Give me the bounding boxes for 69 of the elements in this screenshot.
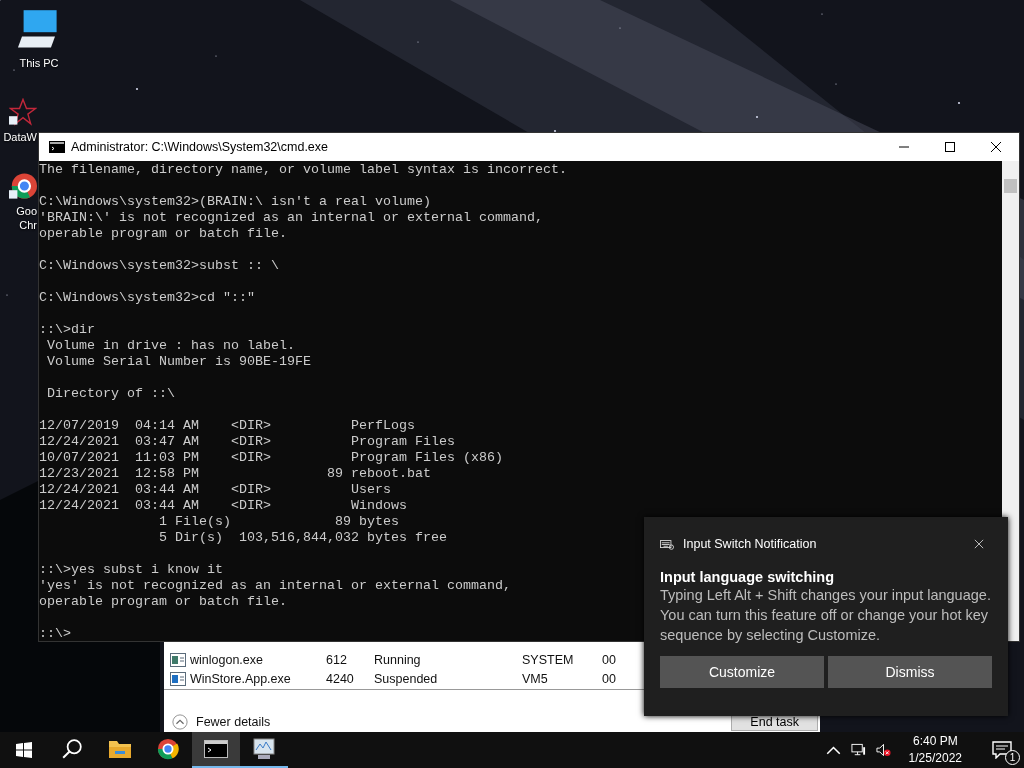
console-line: C:\Windows\system32>(BRAIN:\ isn't a real volume)	[39, 194, 431, 210]
console-line: 12/24/2021 03:47 AM <DIR> Program Files	[39, 434, 455, 450]
console-line: The filename, directory name, or volume label syntax is incorrect.	[39, 162, 567, 178]
table-cell-text: 4240	[326, 671, 355, 686]
table-cell-text: VM5	[522, 671, 549, 686]
icon-label: Chr	[19, 218, 37, 232]
fewer-details-link[interactable]: Fewer details	[196, 715, 724, 729]
folder-icon	[108, 738, 132, 760]
scrollbar-thumb[interactable]	[1004, 179, 1017, 193]
console-line: 'BRAIN:\' is not recognized as an internal or external command,	[39, 210, 543, 226]
console-line: Volume Serial Number is 90BE-19FE	[46, 354, 311, 370]
monitor-chart-icon	[252, 738, 276, 760]
close-icon[interactable]	[974, 539, 984, 549]
muted-speaker-icon[interactable]	[875, 743, 891, 757]
browser-icon[interactable]	[9, 172, 37, 200]
keyboard-icon	[660, 538, 674, 550]
table-cell-text: SYSTEM	[522, 652, 575, 667]
clock-date[interactable]: 1/25/2022	[908, 750, 962, 767]
console-line: 12/07/2019 04:14 AM <DIR> PerfLogs	[39, 418, 415, 434]
console-line: 'yes' is not recognized as an internal or external command,	[39, 578, 511, 594]
icon-label: This PC	[19, 56, 59, 70]
console-line: ::\>	[39, 626, 71, 641]
icon-label: DataW	[3, 130, 37, 144]
notification-button[interactable]: Customize	[660, 656, 824, 688]
console-line: ::\>dir	[39, 322, 95, 338]
notification-badge: 1	[1005, 750, 1020, 765]
console-line: ::\>yes subst i know it	[39, 562, 223, 578]
maximize-icon[interactable]	[944, 141, 956, 153]
browser-icon	[156, 738, 180, 760]
table-cell-text: 00	[602, 671, 617, 686]
table-cell-text: Suspended	[374, 671, 439, 686]
window-title: Administrator: C:\Windows\System32\cmd.exe	[71, 140, 330, 154]
console-line: Directory of ::\	[46, 386, 175, 402]
table-cell-text: Running	[374, 652, 422, 667]
table-cell-text: 612	[326, 652, 348, 667]
network-icon[interactable]	[850, 743, 866, 757]
table-cell-text: 00	[602, 652, 617, 667]
scrollbar[interactable]	[1002, 161, 1019, 641]
close-icon[interactable]	[990, 141, 1002, 153]
console-line: 12/23/2021 12:58 PM 89 reboot.bat	[39, 466, 431, 482]
window-icon	[170, 652, 186, 667]
notification-message: Typing Left Alt + Shift changes your input language. You can turn this feature off or change your hot key sequence by selecting Customize.	[660, 586, 992, 645]
icon-label: Goo	[16, 204, 37, 218]
console-icon	[204, 738, 228, 760]
windows-logo-icon[interactable]	[16, 742, 32, 758]
window-icon	[170, 671, 186, 686]
notification-title: Input language switching	[660, 569, 835, 585]
console-line: 12/24/2021 03:44 AM <DIR> Windows	[39, 498, 407, 514]
action-center-icon[interactable]	[992, 741, 1012, 759]
chevron-up-icon[interactable]	[825, 743, 841, 757]
console-icon	[49, 141, 65, 153]
notification-app-name: Input Switch Notification	[683, 537, 818, 551]
collapse-icon[interactable]	[172, 714, 188, 730]
table-cell-text: WinStore.App.exe	[190, 671, 292, 686]
console-line: 10/07/2021 11:03 PM <DIR> Program Files (x86)	[39, 450, 503, 466]
search-icon	[60, 738, 84, 760]
console-line: 12/24/2021 03:44 AM <DIR> Users	[39, 482, 391, 498]
notification-button[interactable]: Dismiss	[828, 656, 992, 688]
console-line: 5 Dir(s) 103,516,844,032 bytes free	[157, 530, 447, 546]
console-line: C:\Windows\system32>cd "::"	[39, 290, 255, 306]
console-line: C:\Windows\system32>subst :: \	[39, 258, 279, 274]
console-line: Volume in drive : has no label.	[46, 338, 295, 354]
console-line: operable program or batch file.	[39, 594, 287, 610]
console-line: 1 File(s) 89 bytes	[157, 514, 399, 530]
table-cell-text: winlogon.exe	[190, 652, 264, 667]
star-icon[interactable]	[9, 98, 37, 126]
clock-time[interactable]: 6:40 PM	[912, 733, 958, 750]
console-line: operable program or batch file.	[39, 226, 287, 242]
console-taskbar-button[interactable]	[192, 732, 240, 768]
